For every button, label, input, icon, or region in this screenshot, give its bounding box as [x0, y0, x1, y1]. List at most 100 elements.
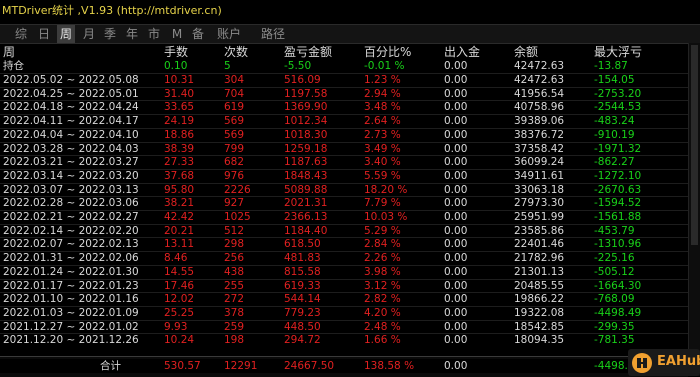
tab-day[interactable]: 日 [35, 25, 53, 43]
row-pnl: 1018.30 [284, 129, 328, 141]
row-max-drawdown: -1561.88 [594, 211, 642, 223]
position-balance: 42472.63 [514, 60, 565, 72]
row-pct: 1.66 % [364, 334, 401, 346]
row-lots: 10.24 [164, 334, 195, 346]
tab-quarter[interactable]: 季 [101, 25, 119, 43]
row-pct: 2.82 % [364, 293, 401, 305]
row-max-drawdown: -862.27 [594, 156, 635, 168]
row-period: 2022.01.24 ~ 2022.01.30 [3, 266, 139, 278]
row-deposit: 0.00 [444, 170, 468, 182]
tab-account[interactable]: 账户 [212, 25, 246, 43]
row-period: 2022.05.02 ~ 2022.05.08 [3, 74, 139, 86]
row-pnl: 815.58 [284, 266, 321, 278]
table-row[interactable]: 2022.01.24 ~ 2022.01.30 14.55 438 815.58 3.9… [0, 266, 700, 279]
row-balance: 34911.61 [514, 170, 565, 182]
row-balance: 21782.96 [514, 252, 565, 264]
row-balance: 27973.30 [514, 197, 565, 209]
stats-window: MTDriver统计 ,V1.93 (http://mtdriver.cn) 综… [0, 0, 700, 377]
tab-path[interactable]: 路径 [256, 25, 290, 43]
row-balance: 42472.63 [514, 74, 565, 86]
row-max-drawdown: -1310.96 [594, 238, 642, 250]
table-row[interactable]: 2021.12.20 ~ 2021.12.26 10.24 198 294.72 1.6… [0, 334, 700, 347]
col-pnl[interactable]: 盈亏金额 [284, 45, 362, 58]
row-pnl: 2021.31 [284, 197, 328, 209]
row-count: 976 [224, 170, 245, 182]
tab-bar: 综日周月季年市 M 备账户 路径 [0, 24, 700, 44]
scrollbar-thumb[interactable] [691, 45, 698, 245]
row-deposit: 0.00 [444, 252, 468, 264]
table-row[interactable]: 2022.01.10 ~ 2022.01.16 12.02 272 544.14 2.8… [0, 293, 700, 306]
position-count: 5 [224, 60, 231, 72]
row-deposit: 0.00 [444, 197, 468, 209]
col-deposit[interactable]: 出入金 [444, 45, 514, 58]
table-row[interactable]: 2022.02.07 ~ 2022.02.13 13.11 298 618.50 2.8… [0, 238, 700, 251]
row-lots: 10.31 [164, 74, 195, 86]
position-pct: -0.01 % [364, 60, 405, 72]
table-row[interactable]: 2022.02.28 ~ 2022.03.06 38.21 927 2021.31 7.… [0, 197, 700, 210]
table-row[interactable]: 2022.04.11 ~ 2022.04.17 24.19 569 1012.34 2.… [0, 115, 700, 128]
tab-market[interactable]: 市 [145, 25, 163, 43]
row-pnl: 2366.13 [284, 211, 328, 223]
row-period: 2022.01.31 ~ 2022.02.06 [3, 252, 139, 264]
row-count: 569 [224, 129, 245, 141]
row-max-drawdown: -910.19 [594, 129, 635, 141]
col-week[interactable]: 周 [3, 45, 158, 58]
row-period: 2022.02.21 ~ 2022.02.27 [3, 211, 139, 223]
table-row[interactable]: 2022.03.14 ~ 2022.03.20 37.68 976 1848.43 5.… [0, 170, 700, 183]
row-lots: 27.33 [164, 156, 195, 168]
row-pnl: 294.72 [284, 334, 321, 346]
row-period: 2022.01.10 ~ 2022.01.16 [3, 293, 139, 305]
eahub-logo-icon [632, 353, 652, 373]
row-pct: 2.84 % [364, 238, 401, 250]
table-row[interactable]: 2022.01.03 ~ 2022.01.09 25.25 378 779.23 4.2… [0, 307, 700, 320]
row-lots: 18.86 [164, 129, 195, 141]
col-count[interactable]: 次数 [224, 45, 282, 58]
eahub-badge: EAHub [628, 349, 700, 376]
table-header: 周 手数 次数 盈亏金额 百分比% 出入金 余额 最大浮亏 [0, 45, 700, 59]
tab-week[interactable]: 周 [57, 25, 75, 43]
table-row[interactable]: 2022.05.02 ~ 2022.05.08 10.31 304 516.09 1.2… [0, 74, 700, 87]
col-balance[interactable]: 余额 [514, 45, 594, 58]
table-row[interactable]: 2022.03.21 ~ 2022.03.27 27.33 682 1187.63 3.… [0, 156, 700, 169]
row-count: 1025 [224, 211, 251, 223]
row-max-drawdown: -768.09 [594, 293, 635, 305]
row-count: 298 [224, 238, 245, 250]
row-count: 682 [224, 156, 245, 168]
table-row[interactable]: 2022.04.18 ~ 2022.04.24 33.65 619 1369.90 3.… [0, 101, 700, 114]
row-balance: 18094.35 [514, 334, 565, 346]
row-lots: 24.19 [164, 115, 195, 127]
row-count: 256 [224, 252, 245, 264]
row-deposit: 0.00 [444, 238, 468, 250]
row-max-drawdown: -154.05 [594, 74, 635, 86]
tab-year[interactable]: 年 [123, 25, 141, 43]
row-pct: 7.79 % [364, 197, 401, 209]
vertical-scrollbar[interactable] [688, 43, 700, 376]
row-period: 2022.03.21 ~ 2022.03.27 [3, 156, 139, 168]
row-pnl: 544.14 [284, 293, 321, 305]
tab-month[interactable]: 月 [80, 25, 98, 43]
tab-summary[interactable]: 综 [12, 25, 30, 43]
row-balance: 39389.06 [514, 115, 565, 127]
row-count: 438 [224, 266, 245, 278]
row-pnl: 618.50 [284, 238, 321, 250]
row-count: 304 [224, 74, 245, 86]
row-pct: 2.73 % [364, 129, 401, 141]
row-max-drawdown: -483.24 [594, 115, 635, 127]
row-pct: 4.20 % [364, 307, 401, 319]
col-lots[interactable]: 手数 [164, 45, 224, 58]
row-pct: 10.03 % [364, 211, 408, 223]
tab-magic[interactable]: M [168, 25, 186, 43]
row-pct: 3.48 % [364, 101, 401, 113]
row-lots: 14.55 [164, 266, 195, 278]
col-pct[interactable]: 百分比% [364, 45, 442, 58]
position-row[interactable]: 持仓 0.10 5 -5.50 -0.01 % 0.00 42472.63 -1… [0, 60, 700, 73]
row-max-drawdown: -4498.49 [594, 307, 642, 319]
row-count: 569 [224, 115, 245, 127]
col-max-drawdown[interactable]: 最大浮亏 [594, 45, 664, 58]
row-balance: 40758.96 [514, 101, 565, 113]
tab-note[interactable]: 备 [189, 25, 207, 43]
row-count: 927 [224, 197, 245, 209]
table-row[interactable]: 2022.02.21 ~ 2022.02.27 42.42 1025 2366.13 1… [0, 211, 700, 224]
table-row[interactable]: 2022.04.04 ~ 2022.04.10 18.86 569 1018.30 2.… [0, 129, 700, 142]
table-row[interactable]: 2022.01.31 ~ 2022.02.06 8.46 256 481.83 2.26… [0, 252, 700, 265]
